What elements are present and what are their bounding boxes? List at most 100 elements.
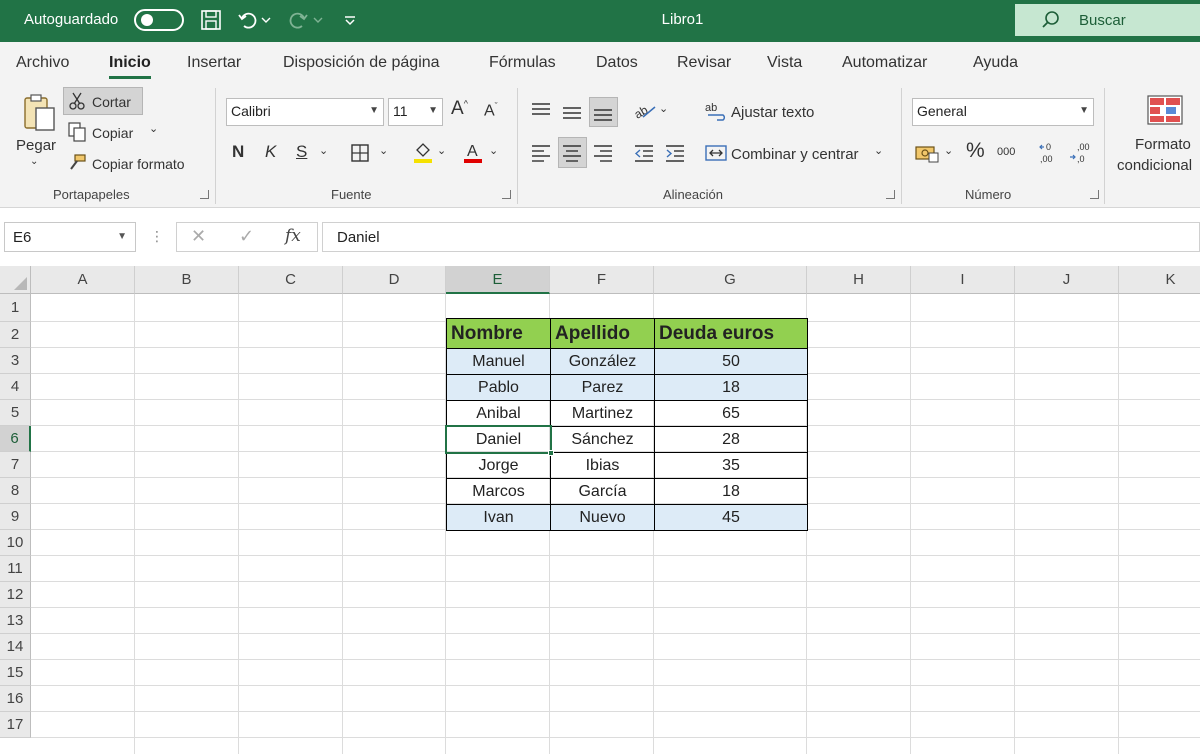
table-cell[interactable]: 65: [654, 400, 808, 427]
column-header-b[interactable]: B: [135, 266, 239, 294]
column-header-k[interactable]: K: [1119, 266, 1200, 294]
row-header-17[interactable]: 17: [0, 712, 31, 738]
row-header-16[interactable]: 16: [0, 686, 31, 712]
borders-icon[interactable]: [350, 143, 370, 163]
paste-icon[interactable]: [20, 92, 58, 132]
insert-function-icon[interactable]: fx: [285, 226, 301, 246]
tab-formulas[interactable]: Fórmulas: [489, 54, 556, 72]
table-cell[interactable]: Manuel: [446, 348, 551, 375]
bold-button[interactable]: N: [232, 142, 244, 162]
table-cell[interactable]: Pablo: [446, 374, 551, 401]
tab-datos[interactable]: Datos: [596, 54, 638, 72]
table-cell[interactable]: Marcos: [446, 478, 551, 505]
tab-archivo[interactable]: Archivo: [16, 54, 69, 72]
fill-color-icon[interactable]: [412, 140, 434, 164]
align-center-icon[interactable]: [561, 142, 583, 164]
tab-ayuda[interactable]: Ayuda: [973, 54, 1018, 72]
row-header-4[interactable]: 4: [0, 374, 31, 400]
font-size-combo[interactable]: 11 ▼: [388, 98, 443, 126]
cut-button[interactable]: Cortar: [92, 94, 131, 110]
column-header-a[interactable]: A: [31, 266, 135, 294]
row-header-10[interactable]: 10: [0, 530, 31, 556]
row-header-9[interactable]: 9: [0, 504, 31, 530]
row-header-8[interactable]: 8: [0, 478, 31, 504]
italic-button[interactable]: K: [265, 142, 276, 162]
table-cell[interactable]: Sánchez: [550, 426, 655, 453]
orientation-dropdown-icon[interactable]: ⌄: [659, 102, 668, 115]
font-launcher-icon[interactable]: [502, 190, 511, 199]
column-header-h[interactable]: H: [807, 266, 911, 294]
spreadsheet-grid[interactable]: A B C D E F G H I J K 1 2 3 4 5 6 7 8 9 10 11 12 13 14 15 16 17 Nomb…: [0, 266, 1200, 754]
increase-decimal-icon[interactable]: 0,00: [1038, 140, 1062, 166]
paste-dropdown-icon[interactable]: ⌄: [30, 156, 38, 167]
increase-font-icon[interactable]: A^: [451, 98, 468, 120]
currency-icon[interactable]: [914, 142, 940, 164]
underline-dropdown-icon[interactable]: ⌄: [319, 144, 328, 157]
select-all-button[interactable]: [0, 266, 31, 294]
formula-input[interactable]: Daniel: [322, 222, 1200, 252]
number-format-combo[interactable]: General ▼: [912, 98, 1094, 126]
paste-button[interactable]: Pegar: [16, 137, 56, 154]
table-cell[interactable]: 50: [654, 348, 808, 375]
column-header-d[interactable]: D: [343, 266, 446, 294]
cancel-icon[interactable]: ✕: [191, 226, 206, 247]
conditional-format-icon[interactable]: [1146, 94, 1184, 126]
merge-center-button[interactable]: Combinar y centrar: [731, 146, 859, 163]
table-cell[interactable]: 45: [654, 504, 808, 531]
column-header-g[interactable]: G: [654, 266, 807, 294]
align-right-icon[interactable]: [592, 142, 614, 164]
wrap-text-button[interactable]: Ajustar texto: [731, 104, 814, 121]
tab-automatizar[interactable]: Automatizar: [842, 54, 927, 72]
enter-icon[interactable]: ✓: [239, 226, 254, 247]
percent-icon[interactable]: %: [966, 139, 985, 163]
font-color-icon[interactable]: A: [462, 140, 484, 164]
alignment-launcher-icon[interactable]: [886, 190, 895, 199]
borders-dropdown-icon[interactable]: ⌄: [379, 144, 388, 157]
formula-bar-grip-icon[interactable]: ⋮: [150, 228, 164, 245]
row-header-1[interactable]: 1: [0, 294, 31, 322]
table-cell[interactable]: Parez: [550, 374, 655, 401]
table-cell[interactable]: Martinez: [550, 400, 655, 427]
orientation-icon[interactable]: ab: [633, 98, 657, 122]
align-middle-icon[interactable]: [561, 102, 583, 122]
row-header-2[interactable]: 2: [0, 322, 31, 348]
tab-insertar[interactable]: Insertar: [187, 54, 241, 72]
column-header-e[interactable]: E: [446, 266, 550, 294]
table-cell[interactable]: García: [550, 478, 655, 505]
format-painter-button[interactable]: Copiar formato: [92, 156, 185, 172]
font-name-combo[interactable]: Calibri ▼: [226, 98, 384, 126]
number-launcher-icon[interactable]: [1090, 190, 1099, 199]
column-header-f[interactable]: F: [550, 266, 654, 294]
column-header-c[interactable]: C: [239, 266, 343, 294]
clipboard-launcher-icon[interactable]: [200, 190, 209, 199]
row-header-15[interactable]: 15: [0, 660, 31, 686]
row-header-3[interactable]: 3: [0, 348, 31, 374]
conditional-format-label-1[interactable]: Formato: [1135, 136, 1191, 153]
table-cell[interactable]: 18: [654, 478, 808, 505]
copy-dropdown-icon[interactable]: ⌄: [149, 122, 158, 135]
search-box[interactable]: Buscar: [1015, 4, 1200, 36]
name-box[interactable]: E6 ▼: [4, 222, 136, 252]
table-cell[interactable]: Anibal: [446, 400, 551, 427]
increase-indent-icon[interactable]: [664, 142, 686, 164]
decrease-font-icon[interactable]: Aˇ: [484, 101, 498, 120]
align-bottom-icon[interactable]: [592, 102, 614, 124]
table-cell[interactable]: Jorge: [446, 452, 551, 479]
currency-dropdown-icon[interactable]: ⌄: [944, 144, 953, 157]
underline-button[interactable]: S: [296, 142, 307, 162]
row-header-13[interactable]: 13: [0, 608, 31, 634]
fill-color-dropdown-icon[interactable]: ⌄: [437, 144, 446, 157]
conditional-format-label-2[interactable]: condicional: [1117, 157, 1192, 174]
table-header-cell[interactable]: Nombre: [446, 318, 551, 349]
table-cell[interactable]: Daniel: [446, 426, 551, 453]
tab-disposicion-pagina[interactable]: Disposición de página: [283, 54, 440, 72]
row-header-12[interactable]: 12: [0, 582, 31, 608]
tab-revisar[interactable]: Revisar: [677, 54, 731, 72]
table-cell[interactable]: Ivan: [446, 504, 551, 531]
align-top-icon[interactable]: [530, 100, 552, 120]
column-header-i[interactable]: I: [911, 266, 1015, 294]
table-cell[interactable]: 28: [654, 426, 808, 453]
tab-vista[interactable]: Vista: [767, 54, 802, 72]
merge-dropdown-icon[interactable]: ⌄: [874, 144, 883, 157]
column-header-j[interactable]: J: [1015, 266, 1119, 294]
